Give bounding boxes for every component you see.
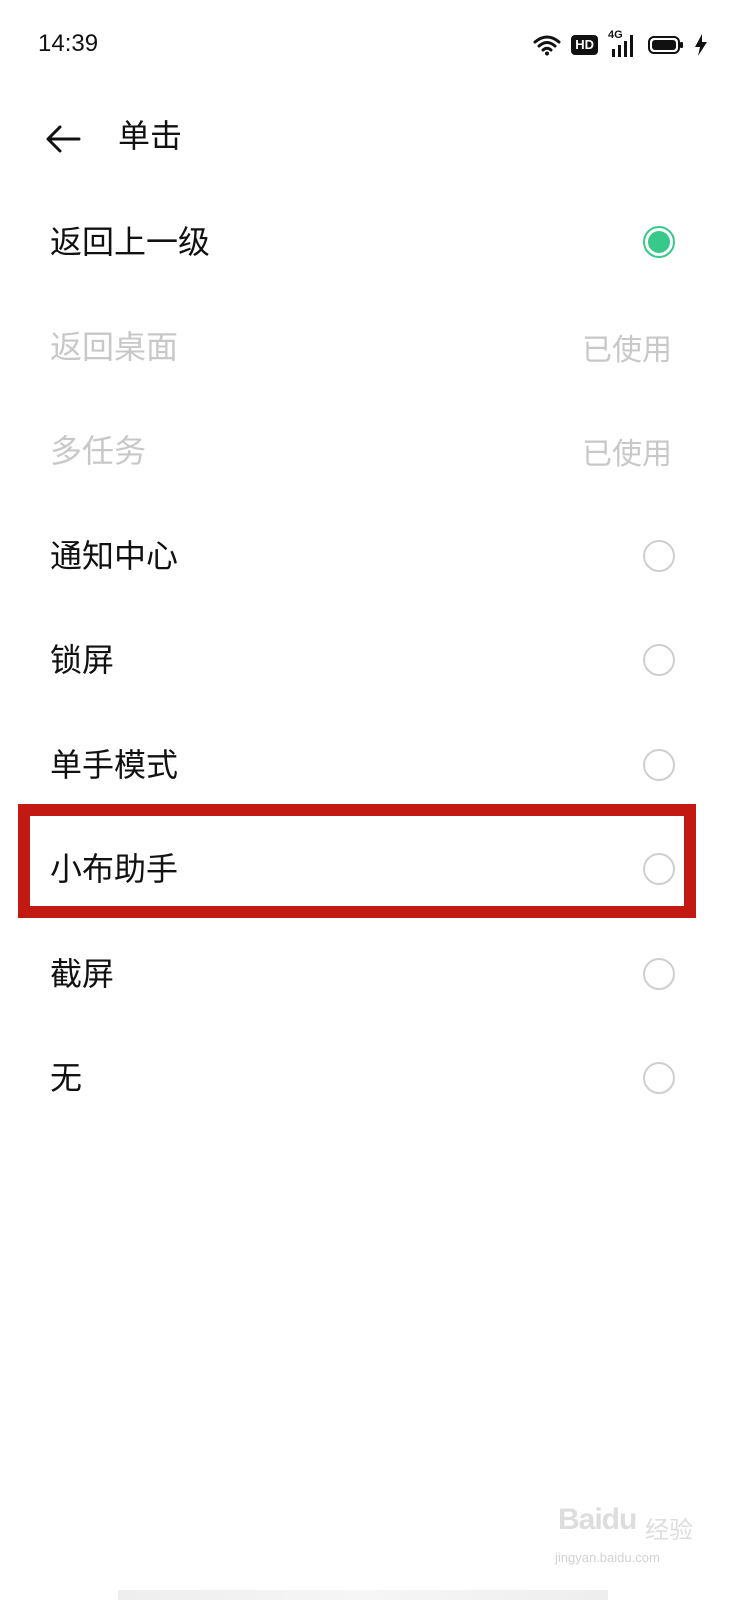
back-button[interactable] (38, 116, 88, 166)
arrow-left-icon (45, 124, 81, 158)
radio-selected[interactable] (643, 226, 675, 259)
hd-label: HD (575, 37, 594, 52)
option-none[interactable]: 无 (0, 1026, 738, 1131)
option-label: 截屏 (50, 954, 115, 993)
page-title: 单击 (118, 117, 183, 155)
option-back[interactable]: 返回上一级 (0, 190, 738, 295)
battery-icon (648, 35, 684, 55)
status-time: 14:39 (38, 30, 99, 57)
used-status: 已使用 (582, 332, 672, 368)
option-lock-screen[interactable]: 锁屏 (0, 608, 738, 713)
option-label: 返回上一级 (50, 223, 211, 262)
option-label: 返回桌面 (50, 327, 179, 366)
option-label: 无 (50, 1059, 83, 1098)
watermark-brand: Baidu (558, 1503, 637, 1536)
hd-icon: HD (571, 35, 598, 55)
radio-unselected[interactable] (643, 644, 675, 677)
status-icons: HD 4G (533, 29, 708, 60)
option-screenshot[interactable]: 截屏 (0, 922, 738, 1027)
option-list: 返回上一级 返回桌面 已使用 多任务 已使用 通知中心 锁屏 单手模式 小布助手… (0, 190, 738, 1131)
option-label: 多任务 (50, 432, 147, 471)
signal-4g-icon: 4G (608, 29, 638, 57)
radio-unselected[interactable] (643, 853, 675, 886)
header: 单击 (0, 100, 738, 180)
option-label: 锁屏 (50, 641, 115, 680)
charging-icon (694, 34, 708, 56)
radio-unselected[interactable] (643, 1062, 675, 1095)
option-multitask: 多任务 已使用 (0, 399, 738, 504)
bottom-strip (118, 1590, 608, 1600)
option-label: 小布助手 (50, 850, 179, 889)
status-bar: 14:39 HD 4G (0, 0, 738, 90)
watermark-suffix: 经验 (645, 1516, 693, 1544)
option-home: 返回桌面 已使用 (0, 295, 738, 400)
option-label: 通知中心 (50, 536, 179, 575)
radio-unselected[interactable] (643, 957, 675, 990)
option-one-hand-mode[interactable]: 单手模式 (0, 713, 738, 818)
radio-unselected[interactable] (643, 748, 675, 781)
option-label: 单手模式 (50, 745, 179, 784)
radio-unselected[interactable] (643, 539, 675, 572)
option-breeno-assistant[interactable]: 小布助手 (0, 817, 738, 922)
used-status: 已使用 (582, 437, 672, 473)
watermark-url: jingyan.baidu.com (555, 1550, 660, 1565)
option-notification-center[interactable]: 通知中心 (0, 504, 738, 609)
wifi-icon (533, 34, 561, 56)
